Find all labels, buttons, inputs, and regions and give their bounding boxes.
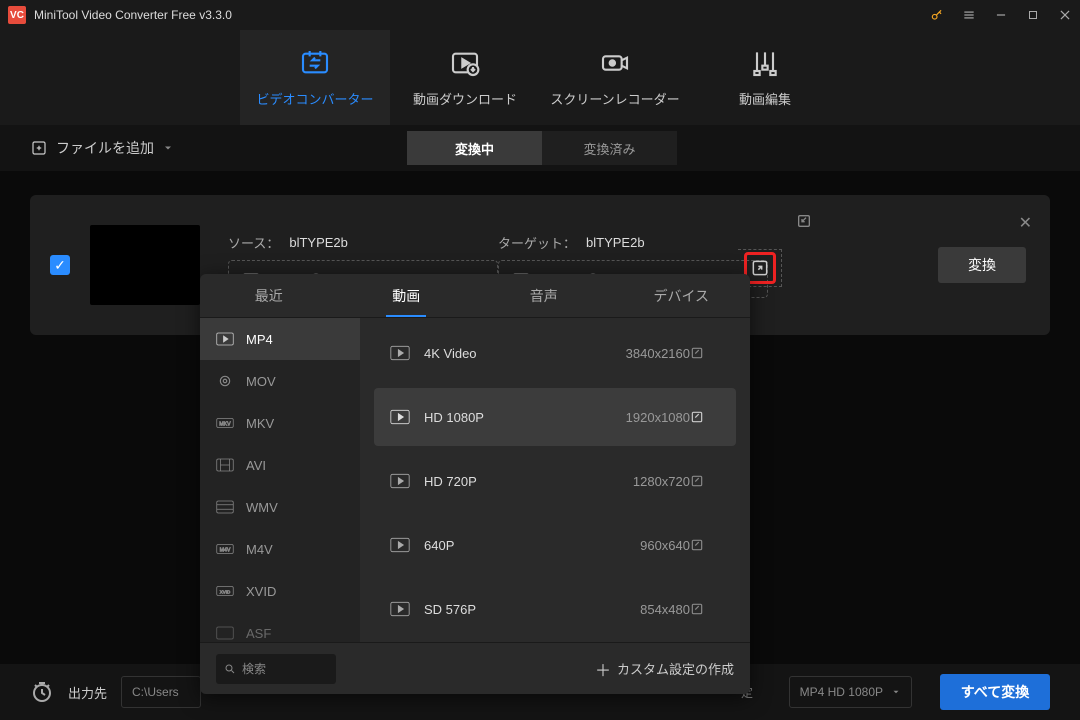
output-format-combo[interactable]: MP4 HD 1080P	[789, 676, 912, 708]
output-label: 出力先	[68, 683, 107, 702]
tab-video-edit[interactable]: 動画編集	[690, 30, 840, 125]
svg-text:M4V: M4V	[220, 547, 231, 553]
edit-task-icon[interactable]	[796, 213, 812, 229]
format-popup: 最近 動画 音声 デバイス MP4 MOV MKVMKV AVI WMV M4V…	[200, 274, 750, 694]
settings-expand-icon	[750, 258, 770, 278]
tab-video-download[interactable]: 動画ダウンロード	[390, 30, 540, 125]
tab-screen-recorder[interactable]: スクリーンレコーダー	[540, 30, 690, 125]
titlebar: VC MiniTool Video Converter Free v3.3.0	[0, 0, 1080, 30]
video-file-icon	[216, 458, 234, 472]
recorder-icon	[599, 47, 631, 79]
chevron-down-icon	[891, 687, 901, 697]
app-logo-icon: VC	[8, 6, 26, 24]
format-item-m4v[interactable]: M4VM4V	[200, 528, 360, 570]
remove-task-icon[interactable]: ✕	[1019, 213, 1032, 233]
video-icon	[390, 345, 412, 361]
target-name: blTYPE2b	[586, 235, 645, 250]
video-icon	[390, 537, 412, 553]
output-path-input[interactable]: C:\Users	[121, 676, 201, 708]
upgrade-key-icon[interactable]	[930, 8, 944, 22]
edit-preset-icon[interactable]	[690, 410, 720, 424]
resolution-list[interactable]: 4K Video3840x2160 HD 1080P1920x1080 HD 7…	[360, 318, 750, 642]
converter-icon	[299, 47, 331, 79]
video-file-icon	[216, 626, 234, 640]
app-title: MiniTool Video Converter Free v3.3.0	[34, 8, 930, 22]
add-file-icon	[30, 139, 48, 157]
edit-preset-icon[interactable]	[690, 538, 720, 552]
tab-video-converter[interactable]: ビデオコンバーター	[240, 30, 390, 125]
format-item-avi[interactable]: AVI	[200, 444, 360, 486]
video-icon	[390, 473, 412, 489]
format-item-wmv[interactable]: WMV	[200, 486, 360, 528]
status-segment: 変換中 変換済み	[407, 131, 677, 165]
edit-preset-icon[interactable]	[690, 474, 720, 488]
video-thumbnail[interactable]	[90, 225, 200, 305]
search-placeholder: 検索	[242, 660, 266, 677]
tab-edit-label: 動画編集	[739, 89, 791, 108]
plus-icon: ＋	[595, 657, 611, 681]
format-item-mp4[interactable]: MP4	[200, 318, 360, 360]
popup-tab-audio[interactable]: 音声	[475, 274, 613, 317]
format-item-xvid[interactable]: XVIDXVID	[200, 570, 360, 612]
tab-recorder-label: スクリーンレコーダー	[550, 89, 679, 108]
video-file-icon: XVID	[216, 584, 234, 598]
seg-converting[interactable]: 変換中	[407, 131, 542, 165]
schedule-icon[interactable]	[30, 680, 54, 704]
target-label: ターゲット：	[498, 233, 576, 252]
add-file-label: ファイルを追加	[56, 138, 154, 158]
video-file-icon: M4V	[216, 542, 234, 556]
search-icon	[224, 663, 236, 675]
res-item-720p[interactable]: HD 720P1280x720	[374, 452, 736, 510]
tab-converter-label: ビデオコンバーター	[256, 89, 373, 108]
chevron-down-icon	[162, 142, 174, 154]
video-icon	[390, 601, 412, 617]
edit-preset-icon[interactable]	[690, 346, 720, 360]
video-file-icon	[216, 374, 234, 388]
video-icon	[390, 409, 412, 425]
popup-footer: 検索 ＋ カスタム設定の作成	[200, 642, 750, 694]
popup-tab-recent[interactable]: 最近	[200, 274, 338, 317]
main-tabs: ビデオコンバーター 動画ダウンロード スクリーンレコーダー 動画編集	[0, 30, 1080, 125]
format-item-asf[interactable]: ASF	[200, 612, 360, 642]
res-item-1080p[interactable]: HD 1080P1920x1080	[374, 388, 736, 446]
video-file-icon: MKV	[216, 416, 234, 430]
download-icon	[449, 47, 481, 79]
res-item-640p[interactable]: 640P960x640	[374, 516, 736, 574]
svg-text:MKV: MKV	[219, 421, 231, 427]
edit-preset-icon[interactable]	[690, 602, 720, 616]
popup-tabs: 最近 動画 音声 デバイス	[200, 274, 750, 318]
popup-tab-device[interactable]: デバイス	[613, 274, 751, 317]
source-name: blTYPE2b	[289, 235, 348, 250]
task-checkbox[interactable]: ✓	[50, 255, 70, 275]
minimize-icon[interactable]	[994, 8, 1008, 22]
format-item-mov[interactable]: MOV	[200, 360, 360, 402]
maximize-icon[interactable]	[1026, 8, 1040, 22]
convert-all-button[interactable]: すべて変換	[940, 674, 1050, 710]
custom-preset-button[interactable]: ＋ カスタム設定の作成	[595, 657, 734, 681]
add-file-button[interactable]: ファイルを追加	[30, 138, 174, 158]
close-icon[interactable]	[1058, 8, 1072, 22]
source-label: ソース：	[228, 233, 279, 252]
convert-button[interactable]: 変換	[938, 247, 1026, 283]
video-file-icon	[216, 332, 234, 346]
sub-bar: ファイルを追加 変換中 変換済み	[0, 125, 1080, 171]
res-item-4k[interactable]: 4K Video3840x2160	[374, 324, 736, 382]
popup-tab-video[interactable]: 動画	[338, 274, 476, 317]
edit-icon	[749, 47, 781, 79]
format-list[interactable]: MP4 MOV MKVMKV AVI WMV M4VM4V XVIDXVID A…	[200, 318, 360, 642]
res-item-576p[interactable]: SD 576P854x480	[374, 580, 736, 638]
hamburger-menu-icon[interactable]	[962, 8, 976, 22]
svg-text:XVID: XVID	[220, 589, 231, 594]
search-input[interactable]: 検索	[216, 654, 336, 684]
video-file-icon	[216, 500, 234, 514]
format-item-mkv[interactable]: MKVMKV	[200, 402, 360, 444]
seg-done[interactable]: 変換済み	[542, 131, 677, 165]
tab-download-label: 動画ダウンロード	[413, 89, 517, 108]
